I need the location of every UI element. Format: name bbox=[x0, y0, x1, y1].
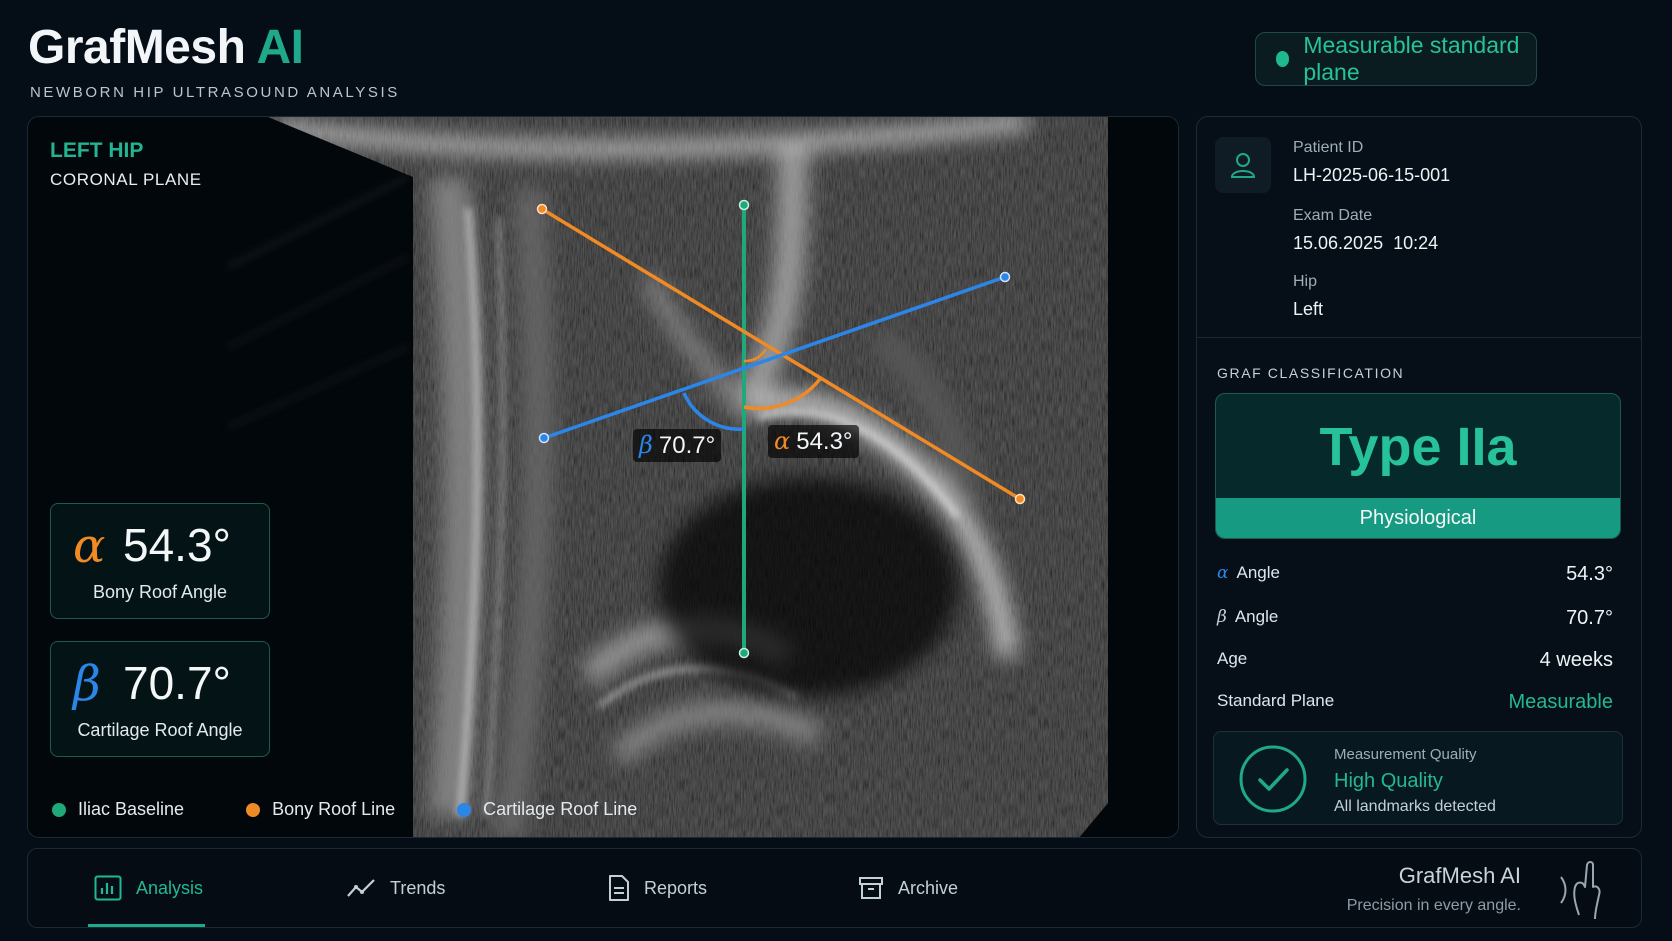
age-row-label: Age bbox=[1217, 649, 1248, 668]
app-title-accent: AI bbox=[256, 21, 304, 74]
hip-block: Hip Left bbox=[1293, 273, 1323, 320]
alpha-overlay-label: α 54.3° bbox=[768, 425, 859, 458]
alpha-row-symbol: α bbox=[1217, 563, 1229, 583]
hip-side-label: LEFT HIP bbox=[50, 139, 144, 162]
beta-symbol: β bbox=[73, 656, 101, 712]
plane-status-text: Measurable standard plane bbox=[1303, 32, 1520, 85]
beta-overlay-symbol: β bbox=[639, 431, 653, 459]
alpha-value: 54.3° bbox=[123, 519, 231, 571]
cartilage-roof-end-handle[interactable] bbox=[999, 271, 1011, 283]
alpha-row-label: Angle bbox=[1236, 563, 1280, 582]
status-dot-icon bbox=[1276, 51, 1290, 67]
graf-type-box: Type IIa Physiological bbox=[1215, 393, 1621, 539]
legend-dot-icon bbox=[52, 802, 66, 817]
app-subtitle: NEWBORN HIP ULTRASOUND ANALYSIS bbox=[30, 84, 400, 101]
standard-plane-row: Standard Plane Measurable bbox=[1217, 691, 1613, 714]
hip-label: Hip bbox=[1293, 273, 1318, 290]
nav-label: Reports bbox=[644, 877, 708, 898]
nav-label: Trends bbox=[390, 877, 446, 898]
beta-overlay-label: β 70.7° bbox=[633, 429, 722, 462]
patient-id-label: Patient ID bbox=[1293, 139, 1364, 156]
nav-tab-reports[interactable]: Reports bbox=[608, 849, 707, 927]
patient-id-value: LH-2025-06-15-001 bbox=[1293, 165, 1451, 185]
app-title: GrafMesh AI bbox=[28, 20, 304, 75]
beta-row-symbol: β bbox=[1217, 607, 1227, 627]
patient-side-panel: Patient ID LH-2025-06-15-001 Exam Date 1… bbox=[1196, 116, 1642, 838]
legend-label: Iliac Baseline bbox=[78, 799, 185, 819]
alpha-overlay-symbol: α bbox=[774, 427, 791, 455]
beta-angle-card: β 70.7° Cartilage Roof Angle bbox=[50, 641, 270, 757]
standard-plane-row-label: Standard Plane bbox=[1217, 691, 1335, 710]
graf-category: Physiological bbox=[1216, 498, 1620, 538]
nav-tab-archive[interactable]: Archive bbox=[858, 849, 958, 927]
beta-angle-row: β Angle 70.7° bbox=[1217, 607, 1613, 630]
exam-date-block: Exam Date 15.06.2025 10:24 bbox=[1293, 207, 1438, 254]
brand-tagline: Precision in every angle. bbox=[1346, 897, 1521, 914]
overlay-legend: Iliac Baseline Bony Roof Line Cartilage … bbox=[52, 799, 699, 820]
alpha-overlay-value: 54.3° bbox=[796, 428, 853, 455]
bottom-nav-bar: Analysis Trends Reports Archive GrafMesh… bbox=[27, 848, 1642, 928]
cartilage-roof-start-handle[interactable] bbox=[538, 432, 550, 444]
panel-divider bbox=[1197, 337, 1641, 338]
nav-label: Archive bbox=[898, 877, 959, 898]
bony-roof-start-handle[interactable] bbox=[536, 203, 548, 215]
beta-overlay-value: 70.7° bbox=[658, 432, 716, 459]
ultrasound-viewer[interactable]: LEFT HIP CORONAL PLANE β 70.7° α 54.3° α 5… bbox=[27, 116, 1179, 838]
brand-block: GrafMesh AI Precision in every angle. bbox=[1347, 863, 1521, 915]
legend-label: Bony Roof Line bbox=[272, 799, 396, 819]
legend-dot-icon bbox=[457, 802, 472, 817]
beta-row-value: 70.7° bbox=[1566, 607, 1613, 629]
trends-icon bbox=[347, 879, 375, 897]
legend-label: Cartilage Roof Line bbox=[483, 799, 638, 819]
document-icon bbox=[609, 875, 629, 901]
exam-date-label: Exam Date bbox=[1293, 207, 1373, 224]
measurement-quality-card: Measurement Quality High Quality All lan… bbox=[1213, 731, 1623, 825]
iliac-baseline-bottom-handle[interactable] bbox=[738, 647, 750, 659]
analysis-icon bbox=[94, 875, 122, 901]
check-circle-icon bbox=[1239, 745, 1307, 813]
nav-label: Analysis bbox=[136, 877, 204, 898]
alpha-symbol: α bbox=[73, 518, 106, 574]
brand-name: GrafMesh AI bbox=[1398, 863, 1521, 888]
quality-value: High Quality bbox=[1334, 770, 1443, 792]
user-icon bbox=[1230, 153, 1256, 178]
patient-avatar bbox=[1215, 137, 1271, 193]
legend-item-bony-roof[interactable]: Bony Roof Line bbox=[246, 799, 395, 820]
beta-row-label: Angle bbox=[1234, 607, 1279, 626]
nav-tab-analysis[interactable]: Analysis bbox=[87, 849, 206, 927]
plane-status-badge: Measurable standard plane bbox=[1255, 32, 1537, 86]
alpha-row-value: 54.3° bbox=[1566, 563, 1613, 585]
age-row-value: 4 weeks bbox=[1539, 649, 1613, 671]
legend-item-iliac-baseline[interactable]: Iliac Baseline bbox=[52, 799, 184, 820]
quality-note: All landmarks detected bbox=[1334, 798, 1496, 815]
archive-icon bbox=[859, 877, 883, 899]
nav-tab-trends[interactable]: Trends bbox=[346, 849, 445, 927]
legend-item-cartilage-roof[interactable]: Cartilage Roof Line bbox=[457, 799, 637, 820]
quality-label: Measurement Quality bbox=[1334, 746, 1477, 763]
patient-id-block: Patient ID LH-2025-06-15-001 bbox=[1293, 139, 1450, 186]
app-title-main: GrafMesh bbox=[28, 21, 246, 74]
hand-logo-icon bbox=[1560, 861, 1601, 920]
legend-dot-icon bbox=[246, 802, 261, 817]
alpha-name: Bony Roof Angle bbox=[92, 582, 228, 602]
hip-plane-label: CORONAL PLANE bbox=[50, 170, 202, 189]
iliac-baseline-top-handle[interactable] bbox=[738, 199, 750, 211]
alpha-angle-row: α Angle 54.3° bbox=[1217, 563, 1613, 586]
alpha-angle-card: α 54.3° Bony Roof Angle bbox=[50, 503, 270, 619]
hip-value: Left bbox=[1293, 299, 1324, 319]
exam-date-value: 15.06.2025 10:24 bbox=[1293, 233, 1439, 253]
bony-roof-end-handle[interactable] bbox=[1014, 493, 1026, 505]
beta-value: 70.7° bbox=[123, 657, 231, 709]
age-row: Age 4 weeks bbox=[1217, 649, 1613, 672]
graf-classification-heading: GRAF CLASSIFICATION bbox=[1217, 365, 1405, 381]
beta-name: Cartilage Roof Angle bbox=[77, 720, 243, 740]
standard-plane-row-value: Measurable bbox=[1508, 691, 1613, 713]
graf-type: Type IIa bbox=[1319, 417, 1517, 477]
